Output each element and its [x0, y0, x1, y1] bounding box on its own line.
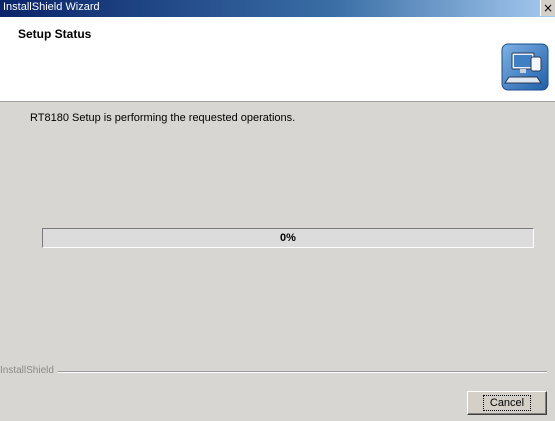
wizard-body: RT8180 Setup is performing the requested…: [0, 102, 555, 421]
brand-label: InstallShield: [0, 364, 58, 378]
status-message: RT8180 Setup is performing the requested…: [30, 112, 296, 124]
cancel-button-label: Cancel: [482, 395, 532, 411]
cancel-button[interactable]: Cancel: [467, 391, 547, 415]
window-title: InstallShield Wizard: [3, 1, 100, 13]
close-icon[interactable]: ×: [540, 0, 555, 16]
computer-setup-icon: [501, 43, 549, 91]
installshield-window: InstallShield Wizard × Setup Status RT81…: [0, 0, 555, 421]
page-title: Setup Status: [18, 27, 92, 41]
wizard-header: Setup Status: [0, 17, 555, 102]
divider-line: [50, 371, 547, 373]
brand-divider: InstallShield: [0, 364, 555, 378]
progress-label: 0%: [280, 232, 296, 244]
title-bar[interactable]: InstallShield Wizard ×: [0, 0, 555, 17]
progress-bar: 0%: [42, 228, 534, 248]
